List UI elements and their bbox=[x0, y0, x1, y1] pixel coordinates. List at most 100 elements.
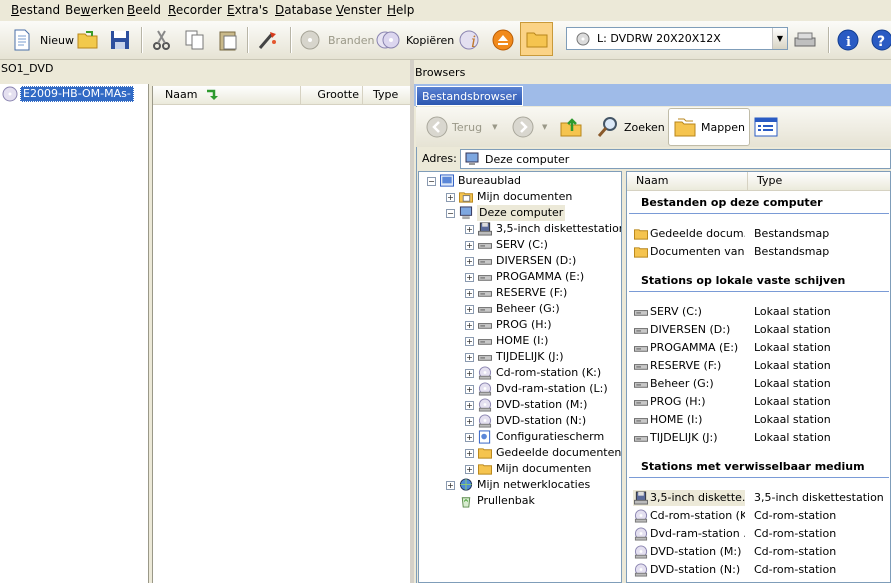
tree-item[interactable]: + Mijn netwerklocaties bbox=[446, 477, 590, 493]
column-header-size[interactable]: Grootte bbox=[300, 86, 363, 105]
browser-toggle-button[interactable] bbox=[520, 22, 553, 56]
list-item[interactable]: DVD-station (N:) Cd-rom-station bbox=[633, 562, 836, 578]
tree-item[interactable]: + SERV (C:) bbox=[465, 237, 548, 253]
menu-beeld[interactable]: Beeld bbox=[127, 3, 161, 17]
expand-icon[interactable]: + bbox=[446, 480, 455, 490]
tree-item[interactable]: + DIVERSEN (D:) bbox=[465, 253, 576, 269]
burn-button[interactable]: Branden bbox=[298, 25, 375, 55]
expand-icon[interactable]: + bbox=[465, 304, 474, 314]
tree-item[interactable]: + Configuratiescherm bbox=[465, 429, 604, 445]
tree-item[interactable]: + Cd-rom-station (K:) bbox=[465, 365, 601, 381]
tree-item[interactable]: + Mijn documenten bbox=[446, 189, 572, 205]
list-item[interactable]: Dvd-ram-station ... Cd-rom-station bbox=[633, 526, 836, 542]
copy-disc-button[interactable]: Kopiëren bbox=[376, 25, 454, 55]
views-button[interactable] bbox=[754, 110, 778, 144]
paste-button[interactable] bbox=[216, 25, 240, 55]
expand-icon[interactable]: + bbox=[465, 400, 474, 410]
chevron-down-icon[interactable]: ▼ bbox=[492, 123, 497, 131]
expand-icon[interactable]: + bbox=[465, 224, 474, 234]
expand-icon[interactable]: + bbox=[465, 384, 474, 394]
back-button[interactable]: Terug ▼ bbox=[426, 110, 498, 144]
disc-info-button[interactable]: i bbox=[458, 25, 482, 55]
expand-icon[interactable]: + bbox=[465, 464, 474, 474]
expand-icon[interactable]: + bbox=[465, 336, 474, 346]
expand-icon[interactable]: + bbox=[465, 256, 474, 266]
chevron-down-icon[interactable]: ▼ bbox=[542, 123, 547, 131]
menu-database[interactable]: Database bbox=[275, 3, 332, 17]
menu-bewerken[interactable]: Bewerken bbox=[65, 3, 124, 17]
drive-select[interactable]: L: DVDRW 20X20X12X ▼ bbox=[566, 27, 788, 50]
tree-item[interactable]: + DVD-station (M:) bbox=[465, 397, 587, 413]
menu-venster[interactable]: Venster bbox=[336, 3, 382, 17]
expand-icon[interactable]: + bbox=[465, 352, 474, 362]
info-button[interactable]: i bbox=[836, 25, 860, 55]
forward-button[interactable]: ▼ bbox=[512, 110, 547, 144]
column-header-name[interactable]: Naam bbox=[627, 172, 747, 191]
tree-item[interactable]: − Bureaublad bbox=[427, 173, 521, 189]
expand-icon[interactable]: + bbox=[446, 192, 455, 202]
tree-item[interactable]: + Beheer (G:) bbox=[465, 301, 560, 317]
tree-item[interactable]: + Dvd-ram-station (L:) bbox=[465, 381, 608, 397]
burn-wizard-button[interactable] bbox=[256, 25, 280, 55]
tree-item[interactable]: + PROG (H:) bbox=[465, 317, 552, 333]
cut-button[interactable] bbox=[150, 25, 174, 55]
list-item[interactable]: Beheer (G:) Lokaal station bbox=[633, 376, 831, 392]
eject-button[interactable] bbox=[491, 25, 515, 55]
chevron-down-icon[interactable]: ▼ bbox=[772, 28, 787, 49]
list-item[interactable]: Documenten van ... Bestandsmap bbox=[633, 244, 829, 260]
compilation-node[interactable]: E2009-HB-OM-MAs- bbox=[2, 86, 134, 102]
menu-bestand[interactable]: Bestand bbox=[11, 3, 60, 17]
expand-icon[interactable]: + bbox=[465, 432, 474, 442]
list-item[interactable]: 3,5-inch diskette... 3,5-inch diskettesta… bbox=[633, 490, 884, 506]
expand-icon[interactable]: + bbox=[465, 288, 474, 298]
list-item[interactable]: SERV (C:) Lokaal station bbox=[633, 304, 831, 320]
list-item[interactable]: PROGAMMA (E:) Lokaal station bbox=[633, 340, 831, 356]
expand-icon[interactable]: + bbox=[465, 320, 474, 330]
expand-icon[interactable]: + bbox=[465, 272, 474, 282]
menu-extras[interactable]: Extra's bbox=[227, 3, 268, 17]
list-item[interactable]: TIJDELIJK (J:) Lokaal station bbox=[633, 430, 831, 446]
tree-item[interactable]: Prullenbak bbox=[446, 493, 535, 509]
collapse-icon[interactable]: − bbox=[446, 208, 455, 218]
list-item[interactable]: HOME (I:) Lokaal station bbox=[633, 412, 831, 428]
tree-item[interactable]: +3,5-inch diskettestation ( bbox=[465, 221, 621, 237]
expand-icon[interactable]: + bbox=[465, 416, 474, 426]
item-type: Cd-rom-station bbox=[754, 563, 837, 576]
tree-item[interactable]: + Mijn documenten bbox=[465, 461, 591, 477]
column-header-name[interactable]: Naam bbox=[153, 86, 300, 105]
up-folder-button[interactable] bbox=[559, 110, 583, 144]
expand-icon[interactable]: + bbox=[465, 240, 474, 250]
list-item[interactable]: DIVERSEN (D:) Lokaal station bbox=[633, 322, 831, 338]
column-header-type[interactable]: Type bbox=[747, 172, 890, 191]
tree-item[interactable]: + RESERVE (F:) bbox=[465, 285, 567, 301]
list-item[interactable]: DVD-station (M:) Cd-rom-station bbox=[633, 544, 836, 560]
list-item[interactable]: RESERVE (F:) Lokaal station bbox=[633, 358, 831, 374]
detail-view: Naam Type Bestanden op deze computer Gede… bbox=[626, 171, 891, 583]
drive-properties-button[interactable] bbox=[793, 25, 817, 55]
search-button[interactable]: Zoeken bbox=[596, 110, 665, 144]
tree-item[interactable]: + TIJDELIJK (J:) bbox=[465, 349, 564, 365]
help-button[interactable]: ? bbox=[870, 25, 891, 55]
copy-button[interactable] bbox=[183, 25, 207, 55]
column-header-type[interactable]: Type bbox=[362, 86, 411, 105]
tree-item[interactable]: + PROGAMMA (E:) bbox=[465, 269, 584, 285]
tab-file-browser[interactable]: Bestandsbrowser bbox=[416, 86, 523, 106]
address-input[interactable]: Deze computer bbox=[460, 149, 891, 169]
menu-recorder[interactable]: Recorder bbox=[168, 3, 222, 17]
open-button[interactable] bbox=[76, 25, 100, 55]
item-name: Gedeelde docum... bbox=[650, 227, 745, 240]
new-button[interactable]: Nieuw bbox=[10, 25, 74, 55]
collapse-icon[interactable]: − bbox=[427, 176, 436, 186]
list-item[interactable]: Cd-rom-station (K:) Cd-rom-station bbox=[633, 508, 836, 524]
save-button[interactable] bbox=[108, 25, 132, 55]
tree-item[interactable]: + DVD-station (N:) bbox=[465, 413, 586, 429]
tree-item[interactable]: + Gedeelde documenten bbox=[465, 445, 621, 461]
folders-button[interactable]: Mappen bbox=[668, 108, 750, 146]
menu-help[interactable]: Help bbox=[387, 3, 414, 17]
tree-item[interactable]: + HOME (I:) bbox=[465, 333, 548, 349]
expand-icon[interactable]: + bbox=[465, 448, 474, 458]
expand-icon[interactable]: + bbox=[465, 368, 474, 378]
list-item[interactable]: Gedeelde docum... Bestandsmap bbox=[633, 226, 829, 242]
list-item[interactable]: PROG (H:) Lokaal station bbox=[633, 394, 831, 410]
tree-item[interactable]: − Deze computer bbox=[446, 205, 566, 221]
